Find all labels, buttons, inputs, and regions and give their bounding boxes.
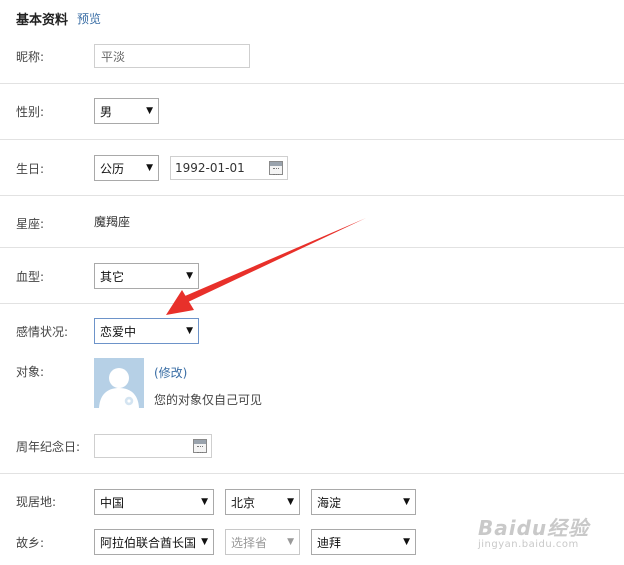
divider: [0, 83, 624, 84]
residence-city-selected: 海淀: [317, 495, 342, 510]
zodiac-label: 星座:: [16, 217, 45, 231]
calendar-type-select[interactable]: 公历 ▼: [94, 155, 159, 181]
residence-country-select[interactable]: 中国 ▼: [94, 489, 214, 515]
baidu-watermark: Baidu经验 jingyan.baidu.com: [478, 512, 589, 550]
relationship-selected: 恋爱中: [100, 324, 137, 339]
partner-privacy-note: 您的对象仅自己可见: [154, 393, 263, 407]
caret-down-icon: ▼: [287, 537, 294, 547]
birthday-label: 生日:: [16, 162, 45, 176]
caret-down-icon: ▼: [146, 163, 153, 173]
blood-type-selected: 其它: [100, 269, 125, 284]
residence-city-select[interactable]: 海淀 ▼: [311, 489, 416, 515]
gender-selected: 男: [100, 104, 113, 119]
divider: [0, 247, 624, 248]
caret-down-icon: ▼: [186, 271, 193, 281]
divider: [0, 139, 624, 140]
relationship-select[interactable]: 恋爱中 ▼: [94, 318, 199, 344]
divider: [0, 473, 624, 474]
birthday-date-input[interactable]: 1992-01-01: [170, 156, 288, 180]
calendar-type-selected: 公历: [100, 161, 125, 176]
relationship-label: 感情状况:: [16, 325, 69, 339]
residence-province-select[interactable]: 北京 ▼: [225, 489, 300, 515]
anniversary-date-input[interactable]: [94, 434, 212, 458]
default-avatar-icon[interactable]: [94, 358, 144, 408]
hometown-province-select[interactable]: 选择省 ▼: [225, 529, 300, 555]
birthday-date-value: 1992-01-01: [175, 161, 245, 175]
watermark-main-text: Baidu经验: [478, 516, 590, 540]
caret-down-icon: ▼: [403, 497, 410, 507]
hometown-label: 故乡:: [16, 536, 45, 550]
residence-country-selected: 中国: [100, 495, 125, 510]
section-header: 基本资料 预览: [16, 8, 101, 28]
blood-type-label: 血型:: [16, 270, 45, 284]
hometown-province-selected: 选择省: [231, 535, 268, 550]
hometown-country-select[interactable]: 阿拉伯联合酋长国 ▼: [94, 529, 214, 555]
residence-province-selected: 北京: [231, 495, 256, 510]
caret-down-icon: ▼: [201, 497, 208, 507]
caret-down-icon: ▼: [403, 537, 410, 547]
caret-down-icon: ▼: [146, 106, 153, 116]
caret-down-icon: ▼: [201, 537, 208, 547]
section-title: 基本资料: [16, 12, 69, 28]
nickname-value: 平淡: [101, 49, 126, 64]
nickname-label: 昵称:: [16, 50, 45, 64]
partner-label: 对象:: [16, 365, 45, 379]
caret-down-icon: ▼: [287, 497, 294, 507]
hometown-city-selected: 迪拜: [317, 535, 342, 550]
calendar-icon[interactable]: [269, 161, 283, 175]
divider: [0, 303, 624, 304]
gender-select[interactable]: 男 ▼: [94, 98, 159, 124]
calendar-icon[interactable]: [193, 439, 207, 453]
blood-type-select[interactable]: 其它 ▼: [94, 263, 199, 289]
divider: [0, 195, 624, 196]
hometown-city-select[interactable]: 迪拜 ▼: [311, 529, 416, 555]
hometown-country-selected: 阿拉伯联合酋长国: [100, 535, 197, 550]
zodiac-value: 魔羯座: [94, 215, 131, 229]
residence-label: 现居地:: [16, 495, 57, 509]
watermark-sub-text: jingyan.baidu.com: [478, 539, 579, 550]
partner-modify-link[interactable]: (修改): [154, 364, 187, 381]
preview-link[interactable]: 预览: [77, 10, 101, 27]
caret-down-icon: ▼: [186, 326, 193, 336]
gender-label: 性别:: [16, 105, 45, 119]
avatar-silhouette: [94, 358, 144, 408]
nickname-input[interactable]: 平淡: [94, 44, 250, 68]
anniversary-label: 周年纪念日:: [16, 440, 81, 454]
